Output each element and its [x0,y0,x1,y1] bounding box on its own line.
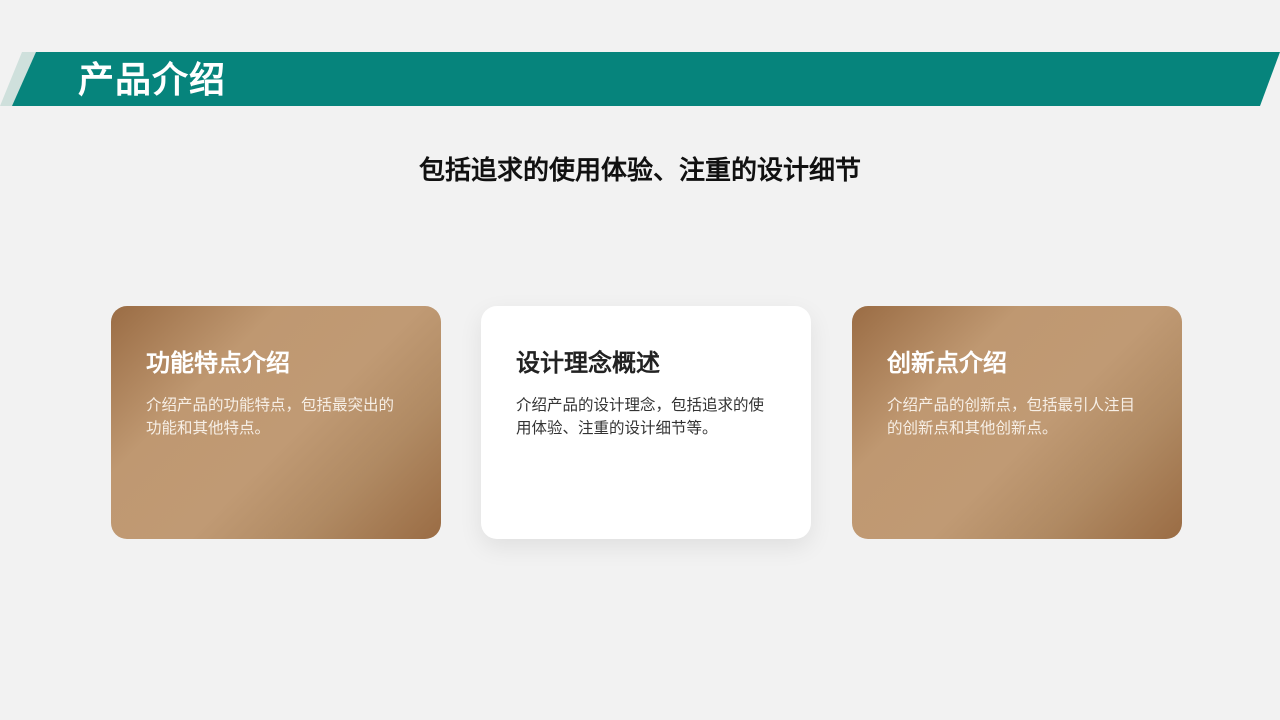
card-title: 设计理念概述 [516,349,660,377]
card-innovation-intro: 创新点介绍 介绍产品的创新点，包括最引人注目的创新点和其他创新点。 [852,306,1182,539]
card-description: 介绍产品的创新点，包括最引人注目的创新点和其他创新点。 [887,396,1136,437]
card-design-concept: 设计理念概述 介绍产品的设计理念，包括追求的使用体验、注重的设计细节等。 [481,306,811,539]
card-title: 功能特点介绍 [146,349,290,377]
card-description: 介绍产品的设计理念，包括追求的使用体验、注重的设计细节等。 [516,396,765,437]
card-title: 创新点介绍 [887,349,1007,377]
card-description: 介绍产品的功能特点，包括最突出的功能和其他特点。 [146,396,395,437]
card-feature-intro: 功能特点介绍 介绍产品的功能特点，包括最突出的功能和其他特点。 [111,306,441,539]
page-title: 产品介绍 [78,60,227,101]
section-subtitle: 包括追求的使用体验、注重的设计细节 [418,156,861,186]
